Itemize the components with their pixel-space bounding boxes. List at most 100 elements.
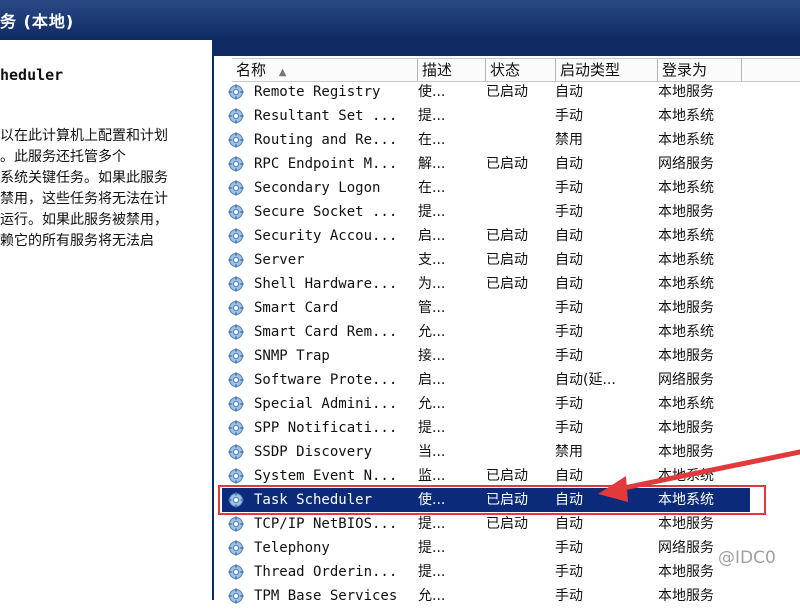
gear-icon [228,396,244,412]
table-row[interactable]: Resultant Set ... 提... 手动 本地系统 [214,104,800,128]
service-description-text: 以在此计算机上配置和计划 。此服务还托管多个 系统关键任务。如果此服务 禁用，这… [0,128,168,249]
service-startup-type-cell: 手动 [555,348,583,364]
table-row[interactable]: Remote Registry 使... 已启动 自动 本地服务 [214,80,800,104]
table-row[interactable]: Security Accou... 启... 已启动 自动 本地系统 [214,224,800,248]
service-log-on-as-cell: 本地系统 [658,228,714,244]
service-status-cell: 已启动 [486,516,528,532]
service-log-on-as-cell: 本地系统 [658,180,714,196]
service-description-cell: 启... [418,372,446,388]
table-row[interactable]: Routing and Re... 在... 禁用 本地系统 [214,128,800,152]
service-startup-type-cell: 自动 [555,276,583,292]
table-row[interactable]: Software Prote... 启... 自动(延... 网络服务 [214,368,800,392]
column-header-description-label: 描述 [422,61,453,79]
service-name-cell: Routing and Re... [254,132,398,148]
table-row[interactable]: Secondary Logon 在... 手动 本地系统 [214,176,800,200]
table-row[interactable]: Special Admini... 允... 手动 本地系统 [214,392,800,416]
service-name-cell: Shell Hardware... [254,276,398,292]
service-description-cell: 支... [418,252,446,268]
table-row[interactable]: SNMP Trap 接... 手动 本地服务 [214,344,800,368]
service-description-cell: 启... [418,228,446,244]
table-row[interactable]: SPP Notificati... 提... 手动 本地服务 [214,416,800,440]
service-description-cell: 在... [418,180,446,196]
service-name-cell: Thread Orderin... [254,564,398,580]
gear-icon [228,444,244,460]
column-header-status-label: 状态 [490,61,521,79]
service-startup-type-cell: 手动 [555,108,583,124]
service-log-on-as-cell: 本地服务 [658,588,714,604]
column-header-log-on-as[interactable]: 登录为 [658,59,742,81]
selected-service-title: heduler [0,66,64,84]
service-startup-type-cell: 手动 [555,180,583,196]
service-log-on-as-cell: 本地系统 [658,324,714,340]
service-startup-type-cell: 手动 [555,588,583,604]
column-header-description[interactable]: 描述 [418,59,486,81]
gear-icon [228,252,244,268]
annotation-arrow-icon [598,449,800,502]
service-description-cell: 允... [418,588,446,604]
service-startup-type-cell: 自动(延... [555,372,616,388]
column-header-name[interactable]: 名称 ▲ [232,59,418,81]
service-status-cell: 已启动 [486,84,528,100]
service-startup-type-cell: 手动 [555,204,583,220]
service-name-cell: Smart Card [254,300,339,316]
service-status-cell: 已启动 [486,228,528,244]
gear-icon [228,564,244,580]
service-description-cell: 接... [418,348,446,364]
gear-icon [228,228,244,244]
service-status-cell: 已启动 [486,276,528,292]
service-name-cell: SSDP Discovery [254,444,373,460]
table-row[interactable]: Telephony 提... 手动 网络服务 [214,536,800,560]
service-name-cell: Remote Registry [254,84,381,100]
gear-icon [228,348,244,364]
service-log-on-as-cell: 本地系统 [658,132,714,148]
column-header-name-label: 名称 [236,61,267,79]
service-name-cell: TCP/IP NetBIOS... [254,516,398,532]
service-description-cell: 在... [418,132,446,148]
service-log-on-as-cell: 网络服务 [658,156,714,172]
service-log-on-as-cell: 网络服务 [658,372,714,388]
service-description-cell: 当... [418,444,446,460]
column-header-row: 名称 ▲ 描述 状态 启动类型 登录为 [232,58,800,82]
service-name-cell: SNMP Trap [254,348,330,364]
column-header-log-on-as-label: 登录为 [662,61,708,79]
table-row[interactable]: Shell Hardware... 为... 已启动 自动 本地系统 [214,272,800,296]
gear-icon [228,276,244,292]
gear-icon [228,180,244,196]
service-description-cell: 管... [418,300,446,316]
gear-icon [228,300,244,316]
table-row[interactable]: Smart Card 管... 手动 本地服务 [214,296,800,320]
column-header-startup-type[interactable]: 启动类型 [556,59,658,81]
service-name-cell: TPM Base Services [254,588,398,604]
table-row[interactable]: Server 支... 已启动 自动 本地系统 [214,248,800,272]
service-startup-type-cell: 自动 [555,252,583,268]
service-name-cell: Server [254,252,305,268]
gear-icon [228,324,244,340]
gear-icon [228,420,244,436]
table-row[interactable]: TPM Base Services 允... 手动 本地服务 [214,584,800,608]
service-startup-type-cell: 手动 [555,420,583,436]
service-log-on-as-cell: 本地服务 [658,300,714,316]
title-bar: 务 (本地) [0,0,800,40]
table-row[interactable]: RPC Endpoint M... 解... 已启动 自动 网络服务 [214,152,800,176]
service-name-cell: Security Accou... [254,228,398,244]
service-startup-type-cell: 手动 [555,540,583,556]
service-log-on-as-cell: 本地服务 [658,204,714,220]
table-row[interactable]: Smart Card Rem... 允... 手动 本地系统 [214,320,800,344]
gear-icon [228,132,244,148]
table-row[interactable]: Secure Socket ... 提... 手动 本地服务 [214,200,800,224]
pane-top-band [214,40,800,56]
gear-icon [228,372,244,388]
column-header-status[interactable]: 状态 [486,59,556,81]
column-header-startup-type-label: 启动类型 [560,61,621,79]
service-description-cell: 允... [418,324,446,340]
gear-icon [228,84,244,100]
service-description-cell: 提... [418,108,446,124]
service-startup-type-cell: 自动 [555,228,583,244]
service-description-pane: heduler 以在此计算机上配置和计划 。此服务还托管多个 系统关键任务。如果… [0,40,212,600]
service-log-on-as-cell: 本地服务 [658,420,714,436]
service-startup-type-cell: 禁用 [555,132,583,148]
service-name-cell: SPP Notificati... [254,420,398,436]
table-row[interactable]: Thread Orderin... 提... 手动 本地服务 [214,560,800,584]
service-log-on-as-cell: 本地系统 [658,396,714,412]
service-description-cell: 提... [418,204,446,220]
